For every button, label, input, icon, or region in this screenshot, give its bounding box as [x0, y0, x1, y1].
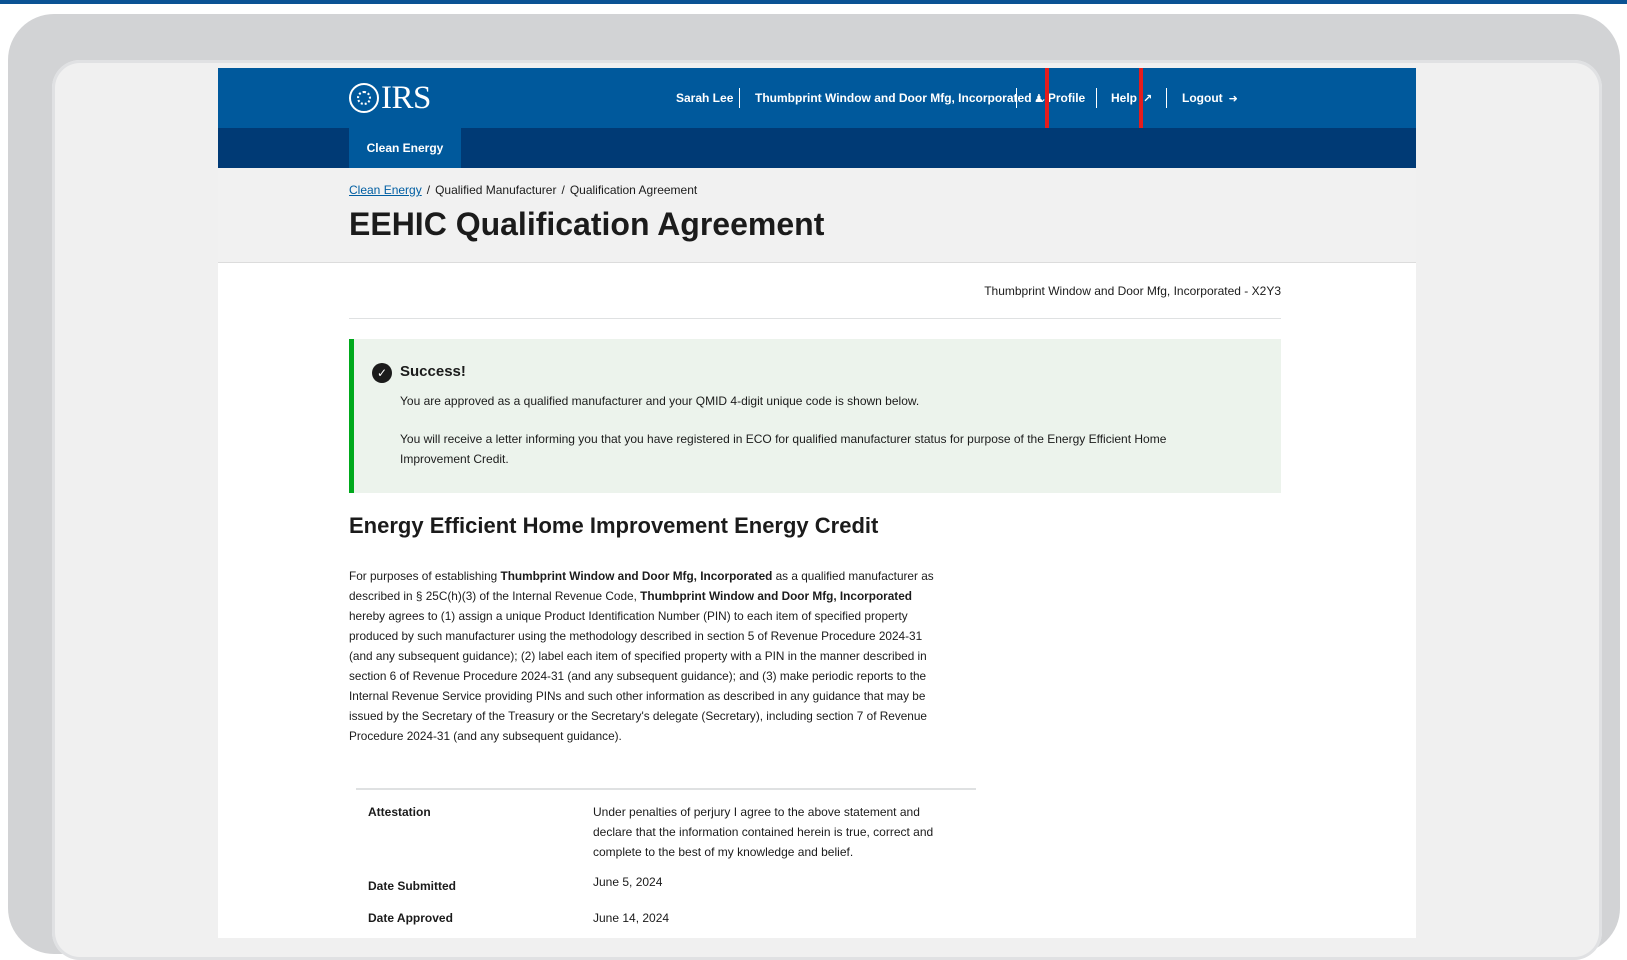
- tab-clean-energy[interactable]: Clean Energy: [349, 128, 461, 168]
- util-divider: [739, 88, 740, 108]
- success-alert: ✓ Success! You are approved as a qualifi…: [349, 339, 1281, 493]
- date-submitted-label: Date Submitted: [368, 879, 457, 893]
- table-row: Date Approved June 14, 2024: [356, 906, 976, 930]
- date-approved-value: June 14, 2024: [593, 911, 670, 925]
- page-header-band: Clean Energy / Qualified Manufacturer / Qual…: [218, 168, 1416, 263]
- agreement-text-rest: hereby agrees to (1) assign a unique Pro…: [349, 609, 927, 743]
- irs-eagle-seal-icon: [349, 83, 379, 113]
- manufacturer-name: Thumbprint Window and Door Mfg, Incorpor…: [640, 589, 913, 603]
- page-title: EEHIC Qualification Agreement: [349, 206, 825, 242]
- logout-icon: ➜: [1228, 92, 1238, 105]
- alert-message-approved: You are approved as a qualified manufact…: [400, 394, 920, 408]
- irs-logo[interactable]: IRS: [349, 80, 431, 116]
- agreement-paragraph: For purposes of establishing Thumbprint …: [349, 566, 939, 746]
- irs-page: IRS Sarah Lee Thumbprint Window and Door…: [218, 68, 1416, 938]
- util-divider: [1016, 88, 1017, 108]
- user-name: Sarah Lee: [676, 91, 734, 105]
- top-edge-bar: [0, 0, 1627, 4]
- agreement-text-prefix: For purposes of establishing: [349, 569, 501, 583]
- breadcrumb-qualified-manufacturer: Qualified Manufacturer: [435, 183, 557, 197]
- date-approved-label: Date Approved: [368, 911, 453, 925]
- section-divider: [349, 318, 1281, 319]
- person-icon: ♟: [1034, 92, 1044, 105]
- company-identifier: Thumbprint Window and Door Mfg, Incorpor…: [984, 284, 1281, 298]
- sub-navigation: Clean Energy: [218, 128, 1416, 168]
- alert-title: Success!: [400, 363, 466, 380]
- external-link-icon: ↗: [1143, 92, 1153, 105]
- date-submitted-value: June 5, 2024: [593, 875, 663, 889]
- breadcrumb-separator: /: [561, 183, 565, 197]
- company-dropdown[interactable]: Thumbprint Window and Door Mfg, Incorpor…: [755, 68, 1047, 128]
- alert-message-letter: You will receive a letter informing you …: [400, 432, 1167, 466]
- agreement-details-table: Attestation Under penalties of perjury I…: [356, 788, 976, 930]
- breadcrumb-clean-energy[interactable]: Clean Energy: [349, 183, 422, 197]
- logout-link[interactable]: Logout ➜: [1182, 68, 1238, 128]
- breadcrumb: Clean Energy / Qualified Manufacturer / Qual…: [349, 183, 697, 197]
- site-header: IRS Sarah Lee Thumbprint Window and Door…: [218, 68, 1416, 139]
- table-row: Date Submitted June 5, 2024: [356, 870, 976, 898]
- section-heading: Energy Efficient Home Improvement Energy…: [349, 513, 879, 538]
- logout-label: Logout: [1182, 91, 1223, 105]
- company-dropdown-label: Thumbprint Window and Door Mfg, Incorpor…: [755, 91, 1032, 105]
- check-circle-icon: ✓: [372, 363, 392, 383]
- breadcrumb-current: Qualification Agreement: [569, 183, 698, 197]
- table-row: Attestation Under penalties of perjury I…: [356, 790, 976, 862]
- util-divider: [1166, 88, 1167, 108]
- attestation-label: Attestation: [368, 805, 431, 819]
- attestation-value: Under penalties of perjury I agree to th…: [593, 805, 934, 859]
- breadcrumb-separator: /: [426, 183, 431, 197]
- manufacturer-name: Thumbprint Window and Door Mfg, Incorpor…: [500, 569, 773, 583]
